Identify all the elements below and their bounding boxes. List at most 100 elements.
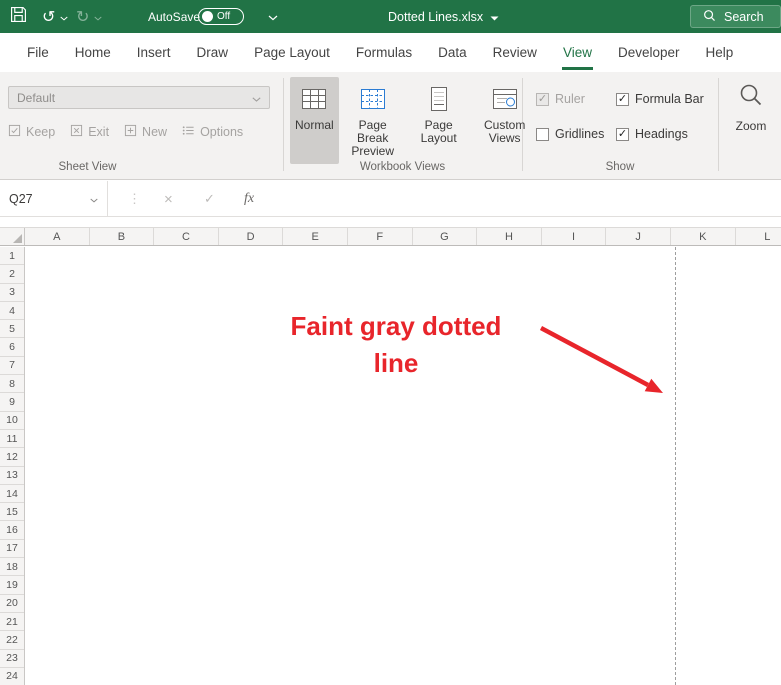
- search-box[interactable]: Search: [690, 5, 781, 28]
- autosave-toggle[interactable]: Off: [198, 8, 244, 25]
- row-header-22[interactable]: 22: [0, 631, 24, 650]
- headings-checkbox[interactable]: ✓ Headings: [616, 127, 704, 141]
- ribbon-tab-bar: File Home Insert Draw Page Layout Formulas Dat…: [0, 33, 781, 72]
- chevron-down-icon[interactable]: [90, 192, 98, 206]
- annotation-line-2: line: [373, 348, 419, 378]
- row-header-7[interactable]: 7: [0, 357, 24, 376]
- undo-button[interactable]: ↺: [42, 0, 55, 33]
- view-normal-button[interactable]: Normal: [290, 77, 339, 164]
- row-header-5[interactable]: 5: [0, 320, 24, 339]
- row-header-18[interactable]: 18: [0, 558, 24, 577]
- tab-draw[interactable]: Draw: [184, 33, 242, 72]
- checkbox-box[interactable]: [536, 127, 549, 141]
- show-checkboxes: ✓ Ruler ✓ Formula Bar Gridlines ✓ Headings: [536, 92, 704, 141]
- column-header-k[interactable]: K: [671, 228, 736, 245]
- tab-review[interactable]: Review: [480, 33, 550, 72]
- tab-page-layout[interactable]: Page Layout: [241, 33, 343, 72]
- autosave-label: AutoSave: [148, 9, 201, 24]
- document-title: Dotted Lines.xlsx: [388, 9, 484, 24]
- formula-separator-dots: ⋮: [128, 191, 141, 206]
- row-header-14[interactable]: 14: [0, 485, 24, 504]
- exit-icon: [70, 124, 83, 140]
- toggle-knob: [202, 11, 213, 22]
- column-header-f[interactable]: F: [348, 228, 413, 245]
- keep-icon: [8, 124, 21, 140]
- row-header-8[interactable]: 8: [0, 375, 24, 394]
- formula-input[interactable]: [282, 181, 781, 216]
- checkbox-label: Formula Bar: [635, 92, 704, 106]
- column-header-e[interactable]: E: [283, 228, 348, 245]
- autosave-state-label: Off: [217, 11, 231, 22]
- view-custom-views-button[interactable]: Custom Views: [473, 77, 537, 164]
- quick-access-chevron-button[interactable]: [268, 0, 278, 33]
- column-header-c[interactable]: C: [154, 228, 219, 245]
- row-header-column: 1 2 3 4 5 6 7 8 9 10 11 12 13 14 15 16 17 18 19 20 21 22 23 24: [0, 247, 25, 685]
- sheet-view-keep-button: Keep: [8, 124, 55, 140]
- row-header-6[interactable]: 6: [0, 338, 24, 357]
- chevron-down-icon: [252, 91, 261, 105]
- insert-function-button[interactable]: fx: [244, 181, 254, 217]
- custom-views-icon: [490, 83, 520, 115]
- row-header-20[interactable]: 20: [0, 595, 24, 613]
- column-header-d[interactable]: D: [219, 228, 284, 245]
- row-header-19[interactable]: 19: [0, 576, 24, 595]
- tab-file[interactable]: File: [14, 33, 62, 72]
- tab-developer[interactable]: Developer: [605, 33, 693, 72]
- checkbox-box[interactable]: ✓: [616, 127, 629, 141]
- page-layout-icon: [424, 83, 454, 115]
- select-all-corner[interactable]: [0, 228, 25, 245]
- zoom-button[interactable]: Zoom: [728, 82, 774, 133]
- button-label: New: [142, 125, 168, 139]
- tab-view[interactable]: View: [550, 33, 605, 72]
- button-label: Keep: [26, 125, 56, 139]
- column-header-b[interactable]: B: [90, 228, 155, 245]
- checkbox-box[interactable]: ✓: [616, 92, 629, 106]
- title-caret-icon[interactable]: [490, 10, 499, 24]
- redo-dropdown: [94, 0, 102, 33]
- column-header-a[interactable]: A: [25, 228, 90, 245]
- save-button[interactable]: [10, 0, 27, 33]
- sheet-view-group-label: Sheet View: [58, 161, 117, 173]
- row-header-24[interactable]: 24: [0, 668, 24, 685]
- tab-insert[interactable]: Insert: [124, 33, 184, 72]
- show-group-label: Show: [605, 161, 635, 173]
- undo-icon: ↺: [42, 8, 56, 26]
- row-header-10[interactable]: 10: [0, 412, 24, 430]
- row-header-15[interactable]: 15: [0, 503, 24, 522]
- options-icon: [182, 124, 195, 140]
- gridlines-checkbox[interactable]: Gridlines: [536, 127, 616, 141]
- excel-window: ↺ ↻ AutoSave Off Dotted Lines.xlsx Searc…: [0, 0, 781, 685]
- row-header-9[interactable]: 9: [0, 393, 24, 412]
- tab-formulas[interactable]: Formulas: [343, 33, 425, 72]
- row-header-2[interactable]: 2: [0, 265, 24, 284]
- row-header-1[interactable]: 1: [0, 247, 24, 266]
- tab-data[interactable]: Data: [425, 33, 480, 72]
- column-header-l[interactable]: L: [736, 228, 781, 245]
- row-header-3[interactable]: 3: [0, 284, 24, 302]
- column-header-g[interactable]: G: [413, 228, 478, 245]
- name-box[interactable]: Q27: [0, 181, 108, 216]
- row-header-11[interactable]: 11: [0, 430, 24, 449]
- column-header-j[interactable]: J: [606, 228, 671, 245]
- new-icon: [124, 124, 137, 140]
- tab-help[interactable]: Help: [693, 33, 747, 72]
- page-break-preview-icon: [358, 83, 388, 115]
- row-header-21[interactable]: 21: [0, 613, 24, 632]
- undo-dropdown[interactable]: [60, 0, 68, 33]
- tab-home[interactable]: Home: [62, 33, 124, 72]
- row-header-16[interactable]: 16: [0, 521, 24, 540]
- app-titlebar: ↺ ↻ AutoSave Off Dotted Lines.xlsx Searc…: [0, 0, 781, 33]
- column-header-h[interactable]: H: [477, 228, 542, 245]
- button-label: Options: [200, 125, 244, 139]
- row-header-13[interactable]: 13: [0, 467, 24, 485]
- column-header-i[interactable]: I: [542, 228, 607, 245]
- button-label: Page Break Preview: [351, 118, 395, 158]
- view-page-break-preview-button[interactable]: Page Break Preview: [341, 77, 405, 164]
- row-header-4[interactable]: 4: [0, 302, 24, 321]
- row-header-23[interactable]: 23: [0, 650, 24, 668]
- row-header-12[interactable]: 12: [0, 448, 24, 467]
- view-page-layout-button[interactable]: Page Layout: [407, 77, 471, 164]
- sheet-view-exit-button: Exit: [70, 124, 109, 140]
- formula-bar-checkbox[interactable]: ✓ Formula Bar: [616, 92, 704, 106]
- row-header-17[interactable]: 17: [0, 540, 24, 559]
